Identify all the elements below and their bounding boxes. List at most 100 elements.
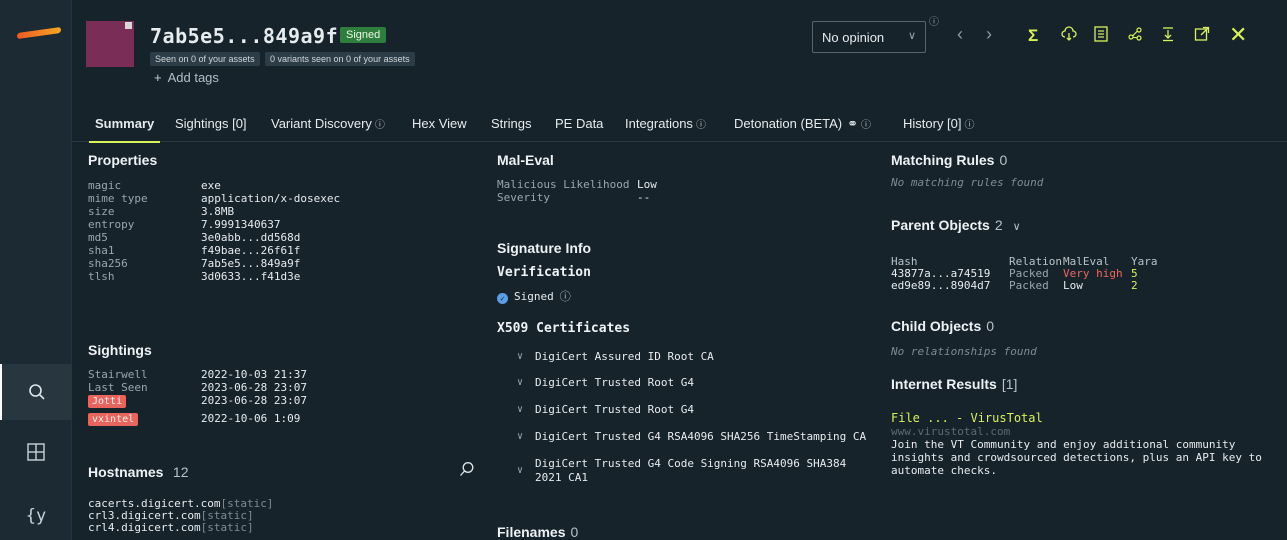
- tab-detonation[interactable]: Detonation (BETA) ⚭ ⓘ: [734, 116, 871, 132]
- tab-bar: Summary Sightings [0] Variant Discovery ⓘ…: [72, 108, 1287, 143]
- info-icon[interactable]: ⓘ: [929, 13, 939, 28]
- property-key: size: [88, 205, 115, 218]
- main-panel: 7ab5e5...849a9f Signed Seen on 0 of your…: [72, 0, 1287, 540]
- hostnames-count: 12: [172, 464, 189, 480]
- child-objects-count: 0: [986, 318, 995, 334]
- property-row: size 3.8MB: [88, 205, 478, 218]
- property-row: entropy 7.9991340637: [88, 218, 478, 231]
- child-objects-header: Child Objects 0: [891, 318, 995, 334]
- cert-item[interactable]: ∨ DigiCert Assured ID Root CA: [517, 350, 714, 364]
- property-value: 3d0633...f41d3e: [201, 270, 301, 283]
- chevron-down-icon: ∨: [517, 431, 524, 442]
- variants-seen-pill: 0 variants seen on 0 of your assets: [265, 52, 415, 66]
- sighting-row: Last Seen 2023-06-28 23:07: [88, 381, 388, 394]
- property-value: application/x-dosexec: [201, 192, 341, 205]
- relationship-graph-icon[interactable]: [1127, 26, 1143, 47]
- previous-icon[interactable]: ‹: [957, 24, 963, 45]
- hostnames-header: Hostnames 12: [88, 461, 478, 482]
- verified-check-icon: ✓: [497, 293, 508, 304]
- source-tag[interactable]: vxintel: [88, 413, 139, 426]
- sigma-icon[interactable]: Σ: [1028, 26, 1038, 46]
- tab-pe-data[interactable]: PE Data: [555, 116, 603, 131]
- cert-item[interactable]: ∨ DigiCert Trusted Root G4: [517, 376, 694, 390]
- sighting-source: Stairwell: [88, 368, 148, 381]
- close-icon[interactable]: ✕: [1229, 22, 1247, 48]
- internet-result: File ... - VirusTotal www.virustotal.com…: [891, 411, 1283, 477]
- x509-title: X509 Certificates: [497, 321, 631, 336]
- info-icon: ⓘ: [374, 120, 385, 131]
- hostname-item[interactable]: crl4.digicert.com[static]: [88, 522, 273, 534]
- relation: Packed: [1009, 279, 1049, 292]
- properties-list: magic exe mime type application/x-dosexec si…: [88, 179, 478, 283]
- sighting-time: 2023-06-28 23:07: [201, 381, 307, 394]
- parent-objects-header[interactable]: Parent Objects 2 ∨: [891, 217, 1021, 235]
- notes-icon[interactable]: [1094, 26, 1108, 47]
- chevron-down-icon: ∨: [517, 465, 524, 476]
- property-key: sha256: [88, 257, 128, 270]
- cloud-download-icon[interactable]: [1061, 26, 1077, 47]
- tab-history[interactable]: History [0] ⓘ: [903, 116, 975, 131]
- sighting-row: vxintel 2022-10-06 1:09: [88, 412, 388, 426]
- next-icon[interactable]: ›: [986, 24, 992, 45]
- right-column: Matching Rules 0 No matching rules found …: [891, 152, 1283, 477]
- severity-value: --: [637, 191, 651, 204]
- signed-badge: Signed: [340, 27, 387, 43]
- search-icon[interactable]: [0, 364, 72, 420]
- property-key: mime type: [88, 192, 148, 205]
- maleval-list: Malicious Likelihood Low Severity --: [497, 178, 657, 204]
- query-icon[interactable]: {y: [0, 488, 72, 540]
- info-icon[interactable]: ⓘ: [560, 290, 571, 303]
- sighting-source: Last Seen: [88, 381, 148, 394]
- filenames-header: Filenames 0: [497, 524, 578, 540]
- add-tags-button[interactable]: + Add tags: [154, 70, 219, 85]
- property-row: sha256 7ab5e5...849a9f: [88, 257, 478, 270]
- dashboard-icon[interactable]: [0, 424, 72, 480]
- chevron-down-icon: ∨: [1012, 221, 1021, 233]
- filenames-title: Filenames: [497, 524, 566, 540]
- matching-rules-empty: No matching rules found: [891, 176, 1044, 189]
- source-tag[interactable]: Jotti: [88, 395, 127, 408]
- filenames-count: 0: [570, 524, 579, 540]
- sighting-row: Stairwell 2022-10-03 21:37: [88, 368, 388, 381]
- matching-rules-count: 0: [999, 152, 1008, 168]
- chevron-down-icon: ∨: [517, 351, 524, 362]
- sighting-time: 2023-06-28 23:07: [201, 394, 307, 407]
- property-value: 3.8MB: [201, 205, 235, 218]
- tab-sightings[interactable]: Sightings [0]: [175, 116, 247, 131]
- open-external-icon[interactable]: [1194, 26, 1210, 47]
- left-rail: {y: [0, 0, 72, 540]
- tab-strings[interactable]: Strings: [491, 116, 531, 131]
- internet-result-url[interactable]: www.virustotal.com: [891, 425, 1283, 438]
- middle-column: Mal-Eval Malicious Likelihood Low Severit…: [497, 152, 887, 540]
- cert-item[interactable]: ∨ DigiCert Trusted G4 RSA4096 SHA256 Time…: [517, 430, 866, 444]
- property-key: entropy: [88, 218, 135, 231]
- property-row: mime type application/x-dosexec: [88, 192, 478, 205]
- object-header: 7ab5e5...849a9f Signed Seen on 0 of your…: [72, 0, 1287, 100]
- search-icon[interactable]: [459, 461, 475, 482]
- internet-results-count: [1]: [1001, 376, 1018, 392]
- sighting-time: 2022-10-03 21:37: [201, 368, 307, 381]
- cert-item[interactable]: ∨ DigiCert Trusted Root G4: [517, 403, 694, 417]
- bomb-icon: ⚭: [847, 116, 859, 131]
- logo[interactable]: [17, 26, 61, 42]
- maleval-title: Mal-Eval: [497, 152, 554, 168]
- tab-hex-view[interactable]: Hex View: [412, 116, 467, 131]
- cert-item[interactable]: ∨ DigiCert Trusted G4 Code Signing RSA409…: [517, 457, 846, 485]
- tab-variant-discovery[interactable]: Variant Discovery ⓘ: [271, 116, 385, 131]
- tab-integrations[interactable]: Integrations ⓘ: [625, 116, 706, 131]
- table-row[interactable]: ed9e89...8904d7 Packed Low 2: [891, 280, 1171, 292]
- property-key: tlsh: [88, 270, 115, 283]
- chevron-down-icon: ∨: [907, 30, 916, 42]
- malicious-likelihood-value: Low: [637, 178, 657, 191]
- parent-hash: ed9e89...8904d7: [891, 279, 991, 292]
- internet-result-title[interactable]: File ... - VirusTotal: [891, 411, 1283, 425]
- seen-assets-pill: Seen on 0 of your assets: [150, 52, 260, 66]
- verification-title: Verification: [497, 265, 591, 280]
- tab-summary[interactable]: Summary: [88, 116, 161, 143]
- verification-status: ✓ Signed ⓘ: [497, 288, 571, 304]
- download-icon[interactable]: [1161, 26, 1175, 47]
- child-objects-empty: No relationships found: [891, 345, 1037, 358]
- property-row: magic exe: [88, 179, 478, 192]
- object-hash-title: 7ab5e5...849a9f: [150, 24, 339, 48]
- opinion-select[interactable]: No opinion ∨: [812, 21, 926, 53]
